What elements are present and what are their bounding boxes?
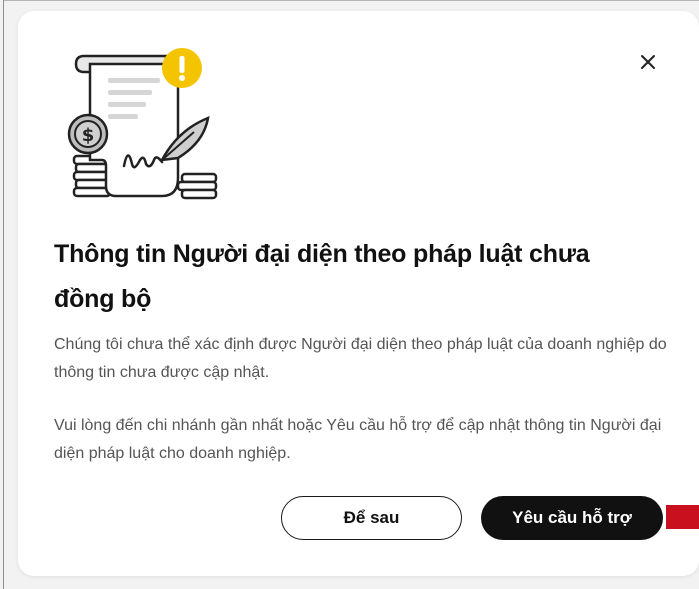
edge-marker <box>666 505 699 529</box>
coin-stack-right <box>176 172 218 200</box>
contract-document-icon: $ <box>66 46 224 204</box>
request-support-button-label: Yêu cầu hỗ trợ <box>512 508 632 527</box>
page-background: $ Thông tin Người đại diện theo pháp luậ… <box>0 0 699 589</box>
svg-text:$: $ <box>82 125 95 146</box>
dialog-description: Chúng tôi chưa thể xác định được Người đ… <box>54 336 667 381</box>
later-button[interactable]: Để sau <box>281 496 462 540</box>
frame-border-left <box>3 0 4 589</box>
close-icon[interactable] <box>636 50 660 74</box>
request-support-button[interactable]: Yêu cầu hỗ trợ <box>481 496 663 540</box>
frame-border-top <box>3 0 699 1</box>
dialog-title: Thông tin Người đại diện theo pháp luật … <box>54 240 590 313</box>
later-button-label: Để sau <box>343 508 400 527</box>
dialog-instruction: Vui lòng đến chi nhánh gần nhất hoặc Yêu… <box>54 417 662 462</box>
